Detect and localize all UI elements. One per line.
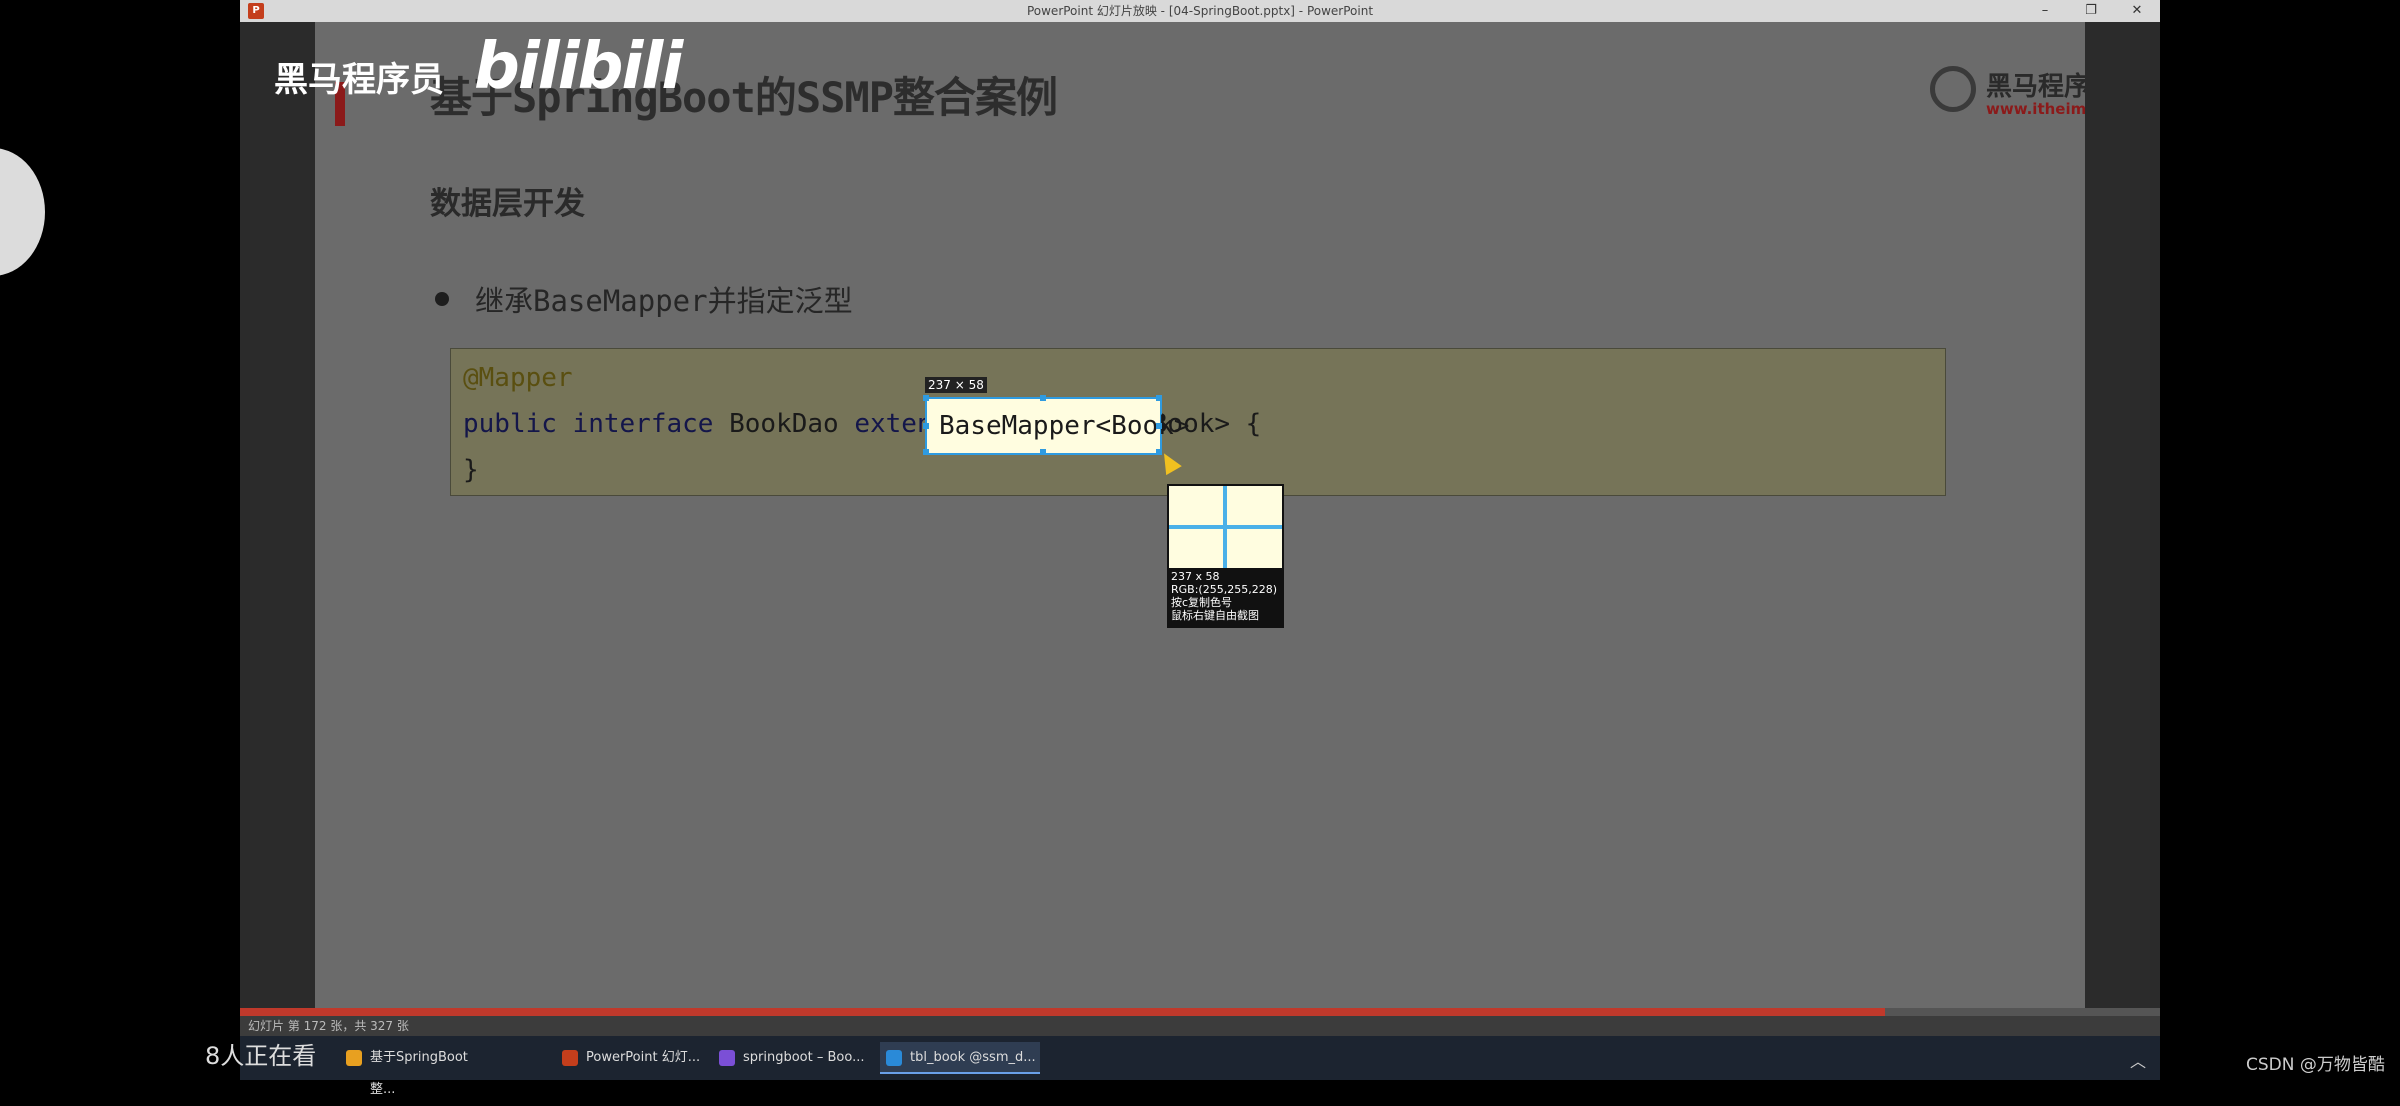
viewer-count: 8人正在看 [205,1042,317,1070]
side-floating-circle[interactable] [0,148,45,276]
tray-expand-icon[interactable]: ︿ [2130,1048,2146,1072]
snip-handle-ml[interactable] [923,423,929,429]
bullet-dot-icon [435,292,449,306]
taskbar-item-0[interactable]: 基于SpringBoot整... [340,1042,470,1097]
snip-handle-bl[interactable] [923,449,929,455]
snip-selection-text: BaseMapper<Book> [939,411,1190,441]
code-line-3: } [463,455,479,485]
taskbar: 基于SpringBoot整... PowerPoint 幻灯... spring… [240,1036,2160,1097]
taskbar-item-label: 基于SpringBoot整... [370,1050,468,1097]
snip-handle-mr[interactable] [1156,423,1162,429]
intellij-icon [719,1050,735,1066]
video-watermark: 黑马程序员 bilibili [274,30,683,104]
slide-subtitle: 数据层开发 [430,186,585,222]
logo-url: www.itheima.com [1986,100,2085,118]
logo-name: 黑马程序员 [1986,72,2085,102]
snip-handle-bm[interactable] [1040,449,1046,455]
bilibili-logo-icon: bilibili [474,30,683,104]
itheima-logo: 黑马程序员 www.itheima.com [1930,62,2085,122]
snip-size-label: 237 × 58 [925,377,987,393]
watermark-text: 黑马程序员 [274,60,444,100]
taskbar-item-label: PowerPoint 幻灯... [586,1050,701,1065]
code-block: @Mapper public interface BookDao extends… [450,348,1946,496]
magnifier-free-hint: 鼠标右键自由截图 [1171,609,1259,622]
code-keyword: public interface [463,409,714,439]
code-line-1: @Mapper [463,363,573,393]
slide-counter: 幻灯片 第 172 张，共 327 张 [248,1019,409,1033]
taskbar-item-3[interactable]: tbl_book @ssm_d... [880,1042,1040,1074]
snip-selection[interactable]: BaseMapper<Book> [923,395,1189,455]
status-bar: 幻灯片 第 172 张，共 327 张 [240,1016,2160,1036]
minimize-button[interactable]: – [2022,0,2068,22]
taskbar-item-label: springboot – Boo... [743,1050,865,1065]
browser-icon [346,1050,362,1066]
taskbar-item-1[interactable]: PowerPoint 幻灯... [556,1042,714,1074]
datagrip-icon [886,1050,902,1066]
crosshair-v [1223,486,1227,568]
close-button[interactable]: ✕ [2114,0,2160,22]
slide-progress-bar [240,1008,1885,1016]
bullet-text: 继承BaseMapper并指定泛型 [475,284,853,318]
restore-button[interactable]: ❐ [2068,0,2114,22]
code-identifier: BookDao [713,409,855,439]
magnifier-rgb: RGB:(255,255,228) [1171,583,1277,596]
snip-handle-tl[interactable] [923,395,929,401]
taskbar-item-2[interactable]: springboot – Boo... [713,1042,903,1074]
window-title: PowerPoint 幻灯片放映 - [04-SpringBoot.pptx] … [1026,4,1374,18]
powerpoint-app-icon: P [248,3,264,19]
powerpoint-icon [562,1050,578,1066]
magnifier-size: 237 x 58 [1171,570,1220,583]
horse-logo-icon [1930,66,1976,112]
snip-handle-tr[interactable] [1156,395,1162,401]
magnifier-copy-hint: 按c复制色号 [1171,596,1233,609]
title-bar: P PowerPoint 幻灯片放映 - [04-SpringBoot.pptx… [240,0,2160,22]
snip-handle-tm[interactable] [1040,395,1046,401]
snip-magnifier: 237 x 58 RGB:(255,255,228) 按c复制色号 鼠标右键自由… [1167,484,1284,628]
csdn-watermark: CSDN @万物皆酷 [2246,1055,2385,1075]
taskbar-item-label: tbl_book @ssm_d... [910,1050,1036,1065]
magnifier-view [1169,486,1282,568]
